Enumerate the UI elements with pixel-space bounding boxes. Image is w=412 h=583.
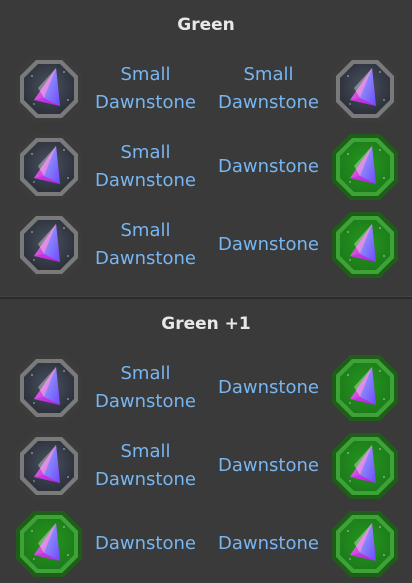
green-frame-dawnstone-icon — [330, 132, 400, 202]
upgrade-row: Small Dawnstone Dawnstone — [0, 349, 412, 427]
from-item-label: Small Dawnstone — [95, 220, 196, 269]
upgrade-row: Small Dawnstone Dawnstone — [0, 128, 412, 206]
upgrade-row: Dawnstone Dawnstone — [0, 505, 412, 583]
green-frame-dawnstone-icon — [330, 431, 400, 501]
gray-frame-dawnstone-icon — [14, 132, 84, 202]
gray-frame-dawnstone-icon — [14, 431, 84, 501]
to-item-label: Dawnstone — [218, 455, 319, 476]
green-frame-dawnstone-icon — [14, 509, 84, 579]
gray-frame-dawnstone-icon — [14, 353, 84, 423]
to-item-label: Dawnstone — [218, 156, 319, 177]
gray-frame-dawnstone-icon — [330, 54, 400, 124]
green-frame-dawnstone-icon — [330, 210, 400, 280]
section-green: Green Small Dawnstone Small Dawnstone Sm… — [0, 0, 412, 299]
gray-frame-dawnstone-icon — [14, 54, 84, 124]
section-title: Green — [177, 15, 235, 35]
gray-frame-dawnstone-icon — [14, 210, 84, 280]
upgrade-row: Small Dawnstone Dawnstone — [0, 427, 412, 505]
from-item-label: Small Dawnstone — [95, 363, 196, 412]
section-green-plus-1: Green +1 Small Dawnstone Dawnstone Small… — [0, 299, 412, 583]
section-title: Green +1 — [161, 314, 251, 334]
from-item-label: Small Dawnstone — [95, 441, 196, 490]
green-frame-dawnstone-icon — [330, 353, 400, 423]
from-item-label: Small Dawnstone — [95, 64, 196, 113]
from-item-label: Dawnstone — [95, 533, 196, 554]
upgrade-row: Small Dawnstone Small Dawnstone — [0, 50, 412, 128]
green-frame-dawnstone-icon — [330, 509, 400, 579]
to-item-label: Dawnstone — [218, 533, 319, 554]
from-item-label: Small Dawnstone — [95, 142, 196, 191]
upgrade-row: Small Dawnstone Dawnstone — [0, 206, 412, 284]
to-item-label: Dawnstone — [218, 377, 319, 398]
to-item-label: Small Dawnstone — [218, 64, 319, 113]
to-item-label: Dawnstone — [218, 234, 319, 255]
